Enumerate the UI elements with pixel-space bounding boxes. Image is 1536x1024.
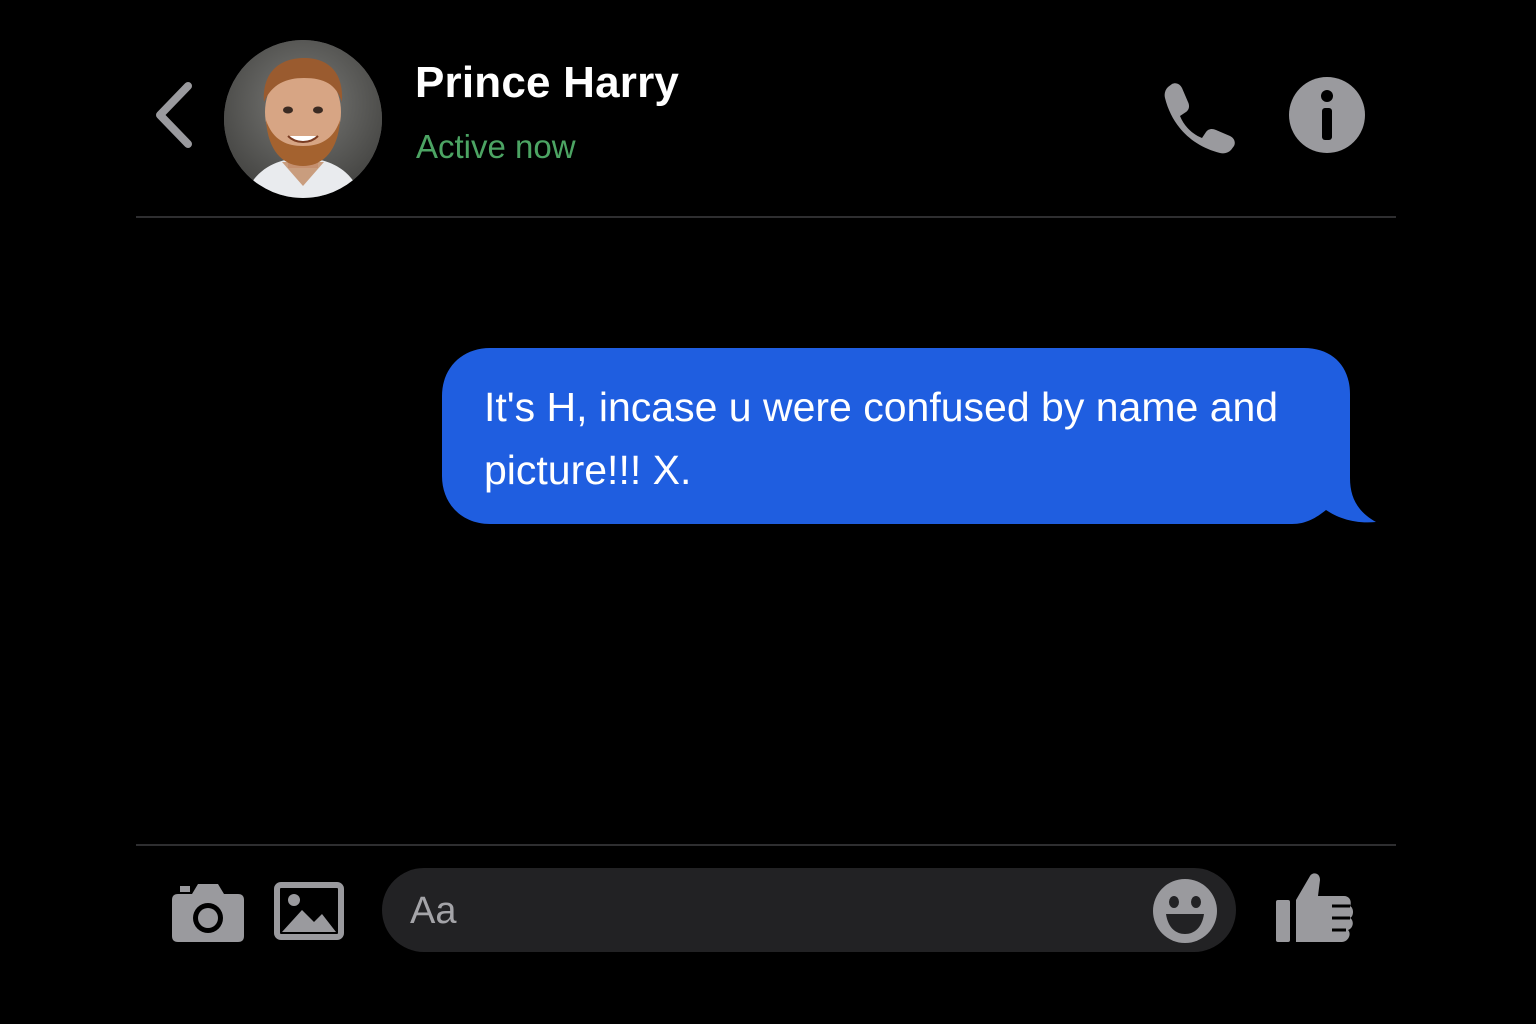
header-divider (136, 216, 1396, 218)
contact-name: Prince Harry (415, 58, 680, 107)
info-icon (1289, 77, 1365, 153)
avatar[interactable] (224, 40, 382, 198)
emoji-button[interactable] (1152, 878, 1218, 944)
image-icon (274, 882, 344, 940)
chat-header: Prince Harry Active now (136, 0, 1396, 218)
like-button[interactable] (1274, 870, 1354, 944)
back-button[interactable] (150, 80, 200, 150)
smiley-icon (1153, 879, 1217, 943)
avatar-photo (224, 40, 382, 198)
outgoing-message[interactable]: It's H, incase u were confused by name a… (442, 348, 1378, 528)
active-status: Active now (416, 128, 576, 165)
message-composer (382, 868, 1236, 952)
phone-icon (1164, 83, 1235, 154)
message-text: It's H, incase u were confused by name a… (484, 384, 1279, 493)
camera-button[interactable] (170, 880, 246, 944)
chevron-left-icon (156, 82, 192, 148)
camera-icon (172, 884, 244, 942)
info-button[interactable] (1288, 76, 1366, 154)
chat-screen: Prince Harry Active now It's H, incase u… (0, 0, 1536, 1024)
gallery-button[interactable] (274, 882, 344, 940)
message-input[interactable] (408, 878, 1132, 944)
call-button[interactable] (1158, 80, 1238, 154)
composer-divider (136, 844, 1396, 846)
thumbs-up-icon (1276, 873, 1353, 942)
